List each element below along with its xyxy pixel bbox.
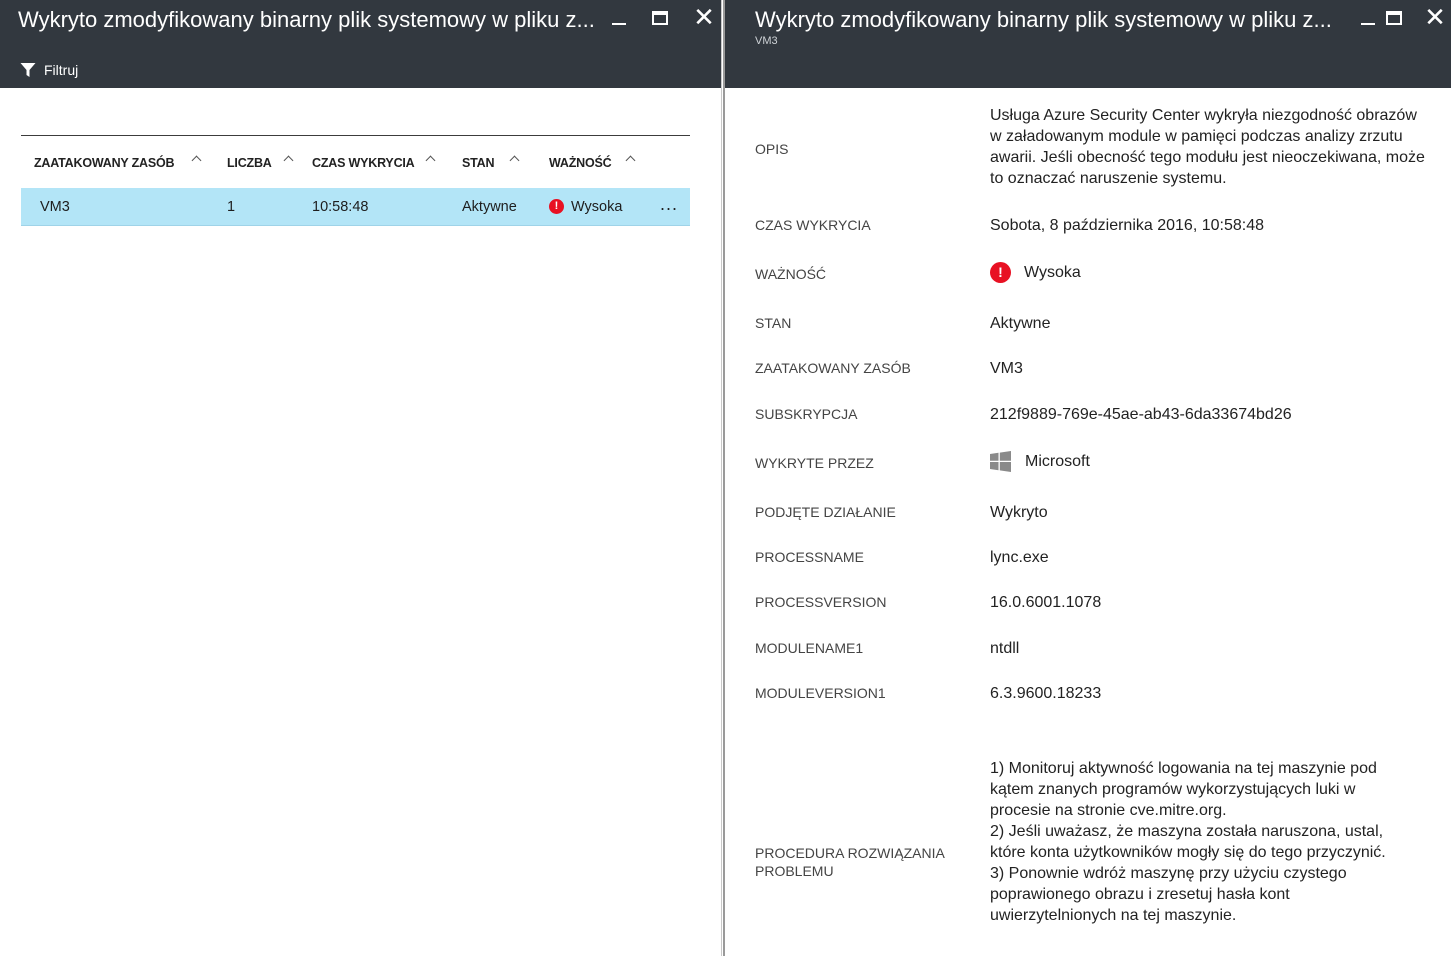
more-icon[interactable]: ... <box>660 194 678 215</box>
prop-value-processname: lync.exe <box>990 549 1049 566</box>
sort-ascending-icon[interactable] <box>191 155 203 165</box>
prop-value-dzialanie: Wykryto <box>990 504 1048 521</box>
prop-value-opis: Usługa Azure Security Center wykryła nie… <box>990 107 1425 187</box>
blade-title: Wykryto zmodyfikowany binarny plik syste… <box>18 7 595 32</box>
column-header-resource[interactable]: ZAATAKOWANY ZASÓB <box>34 156 175 170</box>
maximize-button[interactable] <box>1376 4 1412 34</box>
prop-value-czas: Sobota, 8 października 2016, 10:58:48 <box>990 217 1264 234</box>
close-button[interactable]: ✕ <box>1417 2 1451 34</box>
maximize-icon <box>652 11 668 25</box>
blade-header: Wykryto zmodyfikowany binarny plik syste… <box>0 0 721 88</box>
severity-high-icon: ! <box>990 262 1011 283</box>
prop-label-czas: CZAS WYKRYCIA <box>755 217 871 233</box>
prop-value-procedura: 1) Monitoruj aktywność logowania na tej … <box>990 760 1386 924</box>
sort-ascending-icon[interactable] <box>283 155 295 165</box>
close-icon: ✕ <box>1424 2 1446 32</box>
detected-by-text: Microsoft <box>1025 453 1090 470</box>
prop-label-stan: STAN <box>755 315 792 331</box>
column-header-time[interactable]: CZAS WYKRYCIA <box>312 156 415 170</box>
sort-ascending-icon[interactable] <box>509 155 521 165</box>
prop-value-moduleversion: 6.3.9600.18233 <box>990 685 1102 702</box>
maximize-icon <box>1386 11 1402 25</box>
minimize-icon <box>1361 23 1375 25</box>
prop-label-processversion: PROCESSVERSION <box>755 594 887 610</box>
prop-label-procedura: PROCEDURA ROZWIĄZANIA PROBLEMU <box>755 845 945 879</box>
cell-resource: VM3 <box>40 199 70 215</box>
table-row[interactable]: VM3 1 10:58:48 Aktywne ! Wysoka ... <box>21 188 690 226</box>
prop-value-processversion: 16.0.6001.1078 <box>990 594 1102 611</box>
column-header-count[interactable]: LICZBA <box>227 156 272 170</box>
prop-label-processname: PROCESSNAME <box>755 549 864 565</box>
alerts-grid: ZAATAKOWANY ZASÓB LICZBA CZAS WYKRYCIA S… <box>21 135 690 226</box>
column-header-severity[interactable]: WAŻNOŚĆ <box>549 156 612 170</box>
prop-label-subskrypcja: SUBSKRYPCJA <box>755 406 858 422</box>
prop-value-modulename: ntdll <box>990 640 1020 657</box>
prop-value-waznosc: ! Wysoka <box>990 262 1081 283</box>
alerts-list-blade: Wykryto zmodyfikowany binarny plik syste… <box>0 0 722 956</box>
prop-value-stan: Aktywne <box>990 315 1051 332</box>
filter-label: Filtruj <box>44 62 79 78</box>
filter-icon <box>20 63 36 77</box>
alert-details-blade: Wykryto zmodyfikowany binarny plik syste… <box>723 0 1451 956</box>
maximize-button[interactable] <box>642 4 678 34</box>
prop-value-subskrypcja: 212f9889-769e-45ae-ab43-6da33674bd26 <box>990 406 1292 423</box>
prop-label-zasob: ZAATAKOWANY ZASÓB <box>755 360 911 376</box>
column-header-state[interactable]: STAN <box>462 156 495 170</box>
grid-header: ZAATAKOWANY ZASÓB LICZBA CZAS WYKRYCIA S… <box>21 136 690 188</box>
sort-ascending-icon[interactable] <box>425 155 437 165</box>
cell-severity: Wysoka <box>571 199 623 215</box>
cell-state: Aktywne <box>462 199 517 215</box>
sort-ascending-icon[interactable] <box>625 155 637 165</box>
blade-subtitle: VM3 <box>755 35 778 47</box>
filter-button[interactable]: Filtruj <box>20 59 78 81</box>
blade-title: Wykryto zmodyfikowany binarny plik syste… <box>755 7 1332 32</box>
prop-label-opis: OPIS <box>755 141 789 157</box>
prop-label-moduleversion: MODULEVERSION1 <box>755 685 886 701</box>
cell-count: 1 <box>227 199 236 215</box>
minimize-button[interactable] <box>601 4 637 34</box>
blade-header: Wykryto zmodyfikowany binarny plik syste… <box>725 0 1451 88</box>
windows-logo-icon <box>990 451 1011 472</box>
prop-value-wykryte: Microsoft <box>990 451 1090 472</box>
prop-label-modulename: MODULENAME1 <box>755 640 864 656</box>
severity-text: Wysoka <box>1024 264 1081 281</box>
prop-value-zasob: VM3 <box>990 360 1023 377</box>
close-button[interactable]: ✕ <box>686 2 721 34</box>
minimize-icon <box>612 23 626 25</box>
close-icon: ✕ <box>693 2 715 32</box>
cell-time: 10:58:48 <box>312 199 369 215</box>
alert-properties: OPIS Usługa Azure Security Center wykrył… <box>725 88 1451 956</box>
severity-high-icon: ! <box>549 199 564 214</box>
prop-label-wykryte: WYKRYTE PRZEZ <box>755 455 874 471</box>
prop-label-waznosc: WAŻNOŚĆ <box>755 266 827 282</box>
prop-label-dzialanie: PODJĘTE DZIAŁANIE <box>755 504 896 520</box>
